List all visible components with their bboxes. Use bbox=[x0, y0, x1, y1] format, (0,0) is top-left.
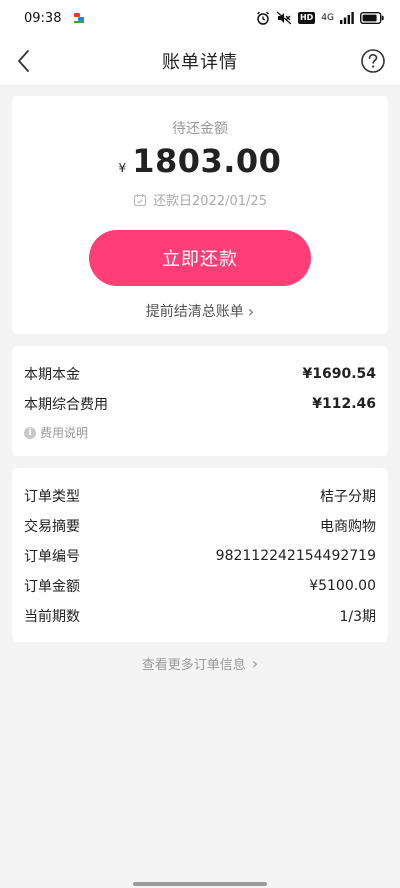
status-bar: 09:38 HD 4G bbox=[0, 0, 400, 36]
amount-due-value: 1803.00 bbox=[132, 142, 282, 180]
order-row-value: 桔子分期 bbox=[320, 489, 376, 505]
principal-row: 本期本金 ¥1690.54 bbox=[24, 364, 376, 384]
pay-now-button[interactable]: 立即还款 bbox=[89, 230, 311, 286]
principal-value: ¥1690.54 bbox=[302, 366, 376, 382]
more-order-info-label: 查看更多订单信息 bbox=[141, 658, 246, 673]
fee-row: 本期综合费用 ¥112.46 bbox=[24, 394, 376, 414]
amount-due: ¥ 1803.00 bbox=[12, 142, 388, 180]
early-settlement-label: 提前结清总账单 bbox=[145, 304, 244, 320]
chevron-left-icon bbox=[18, 50, 29, 72]
status-time: 09:38 bbox=[24, 10, 62, 26]
chevron-right-icon: › bbox=[251, 654, 259, 673]
info-icon: i bbox=[24, 426, 36, 439]
order-row-value: 电商购物 bbox=[320, 519, 376, 535]
principal-label: 本期本金 bbox=[24, 367, 80, 383]
currency-symbol: ¥ bbox=[118, 161, 127, 175]
order-row-label: 交易摘要 bbox=[24, 519, 80, 535]
order-row-label: 订单编号 bbox=[24, 549, 80, 565]
fee-value: ¥112.46 bbox=[312, 396, 376, 412]
order-row: 当前期数 1/3期 bbox=[24, 606, 376, 626]
fee-explanation-label: 费用说明 bbox=[40, 426, 89, 440]
order-row-label: 订单类型 bbox=[24, 489, 80, 505]
hd-icon: HD bbox=[297, 12, 316, 24]
mute-icon bbox=[276, 11, 292, 25]
order-row: 订单类型 桔子分期 bbox=[24, 486, 376, 506]
calendar-icon bbox=[133, 193, 147, 206]
order-row: 订单编号 982112242154492719 bbox=[24, 546, 376, 566]
battery-icon bbox=[360, 12, 384, 24]
help-circle-icon bbox=[361, 49, 385, 73]
alarm-icon bbox=[256, 11, 269, 25]
order-row-value: 1/3期 bbox=[339, 609, 376, 625]
fee-explanation-link[interactable]: i 费用说明 bbox=[24, 424, 88, 441]
order-row-label: 当前期数 bbox=[24, 609, 80, 625]
fee-label: 本期综合费用 bbox=[24, 397, 108, 413]
order-row: 交易摘要 电商购物 bbox=[24, 516, 376, 536]
back-button[interactable] bbox=[12, 48, 38, 74]
early-settlement-link[interactable]: 提前结清总账单 › bbox=[12, 301, 388, 321]
help-button[interactable] bbox=[360, 48, 386, 74]
status-icons: HD 4G bbox=[256, 11, 384, 25]
signal-icon bbox=[340, 12, 354, 24]
order-row-label: 订单金额 bbox=[24, 579, 80, 595]
network-type-label: 4G bbox=[321, 13, 334, 23]
order-info-card: 订单类型 桔子分期 交易摘要 电商购物 订单编号 982112242154492… bbox=[12, 468, 388, 642]
chevron-right-icon: › bbox=[247, 301, 255, 321]
nav-bar: 账单详情 bbox=[0, 36, 400, 86]
order-row-value: ¥5100.00 bbox=[309, 578, 376, 594]
fee-card: 本期本金 ¥1690.54 本期综合费用 ¥112.46 i 费用说明 bbox=[12, 346, 388, 456]
page-title: 账单详情 bbox=[162, 51, 238, 73]
amount-due-label: 待还金额 bbox=[172, 121, 228, 137]
app-notification-icon bbox=[73, 12, 85, 24]
more-order-info-link[interactable]: 查看更多订单信息 › bbox=[0, 654, 400, 673]
order-row: 订单金额 ¥5100.00 bbox=[24, 576, 376, 596]
order-row-value: 982112242154492719 bbox=[215, 548, 376, 564]
due-date: 还款日2022/01/25 bbox=[12, 190, 388, 209]
amount-due-card: 待还金额 ¥ 1803.00 还款日2022/01/25 立即还款 提前结清总账… bbox=[12, 96, 388, 334]
due-date-text: 还款日2022/01/25 bbox=[153, 194, 267, 209]
home-indicator[interactable] bbox=[133, 882, 267, 886]
